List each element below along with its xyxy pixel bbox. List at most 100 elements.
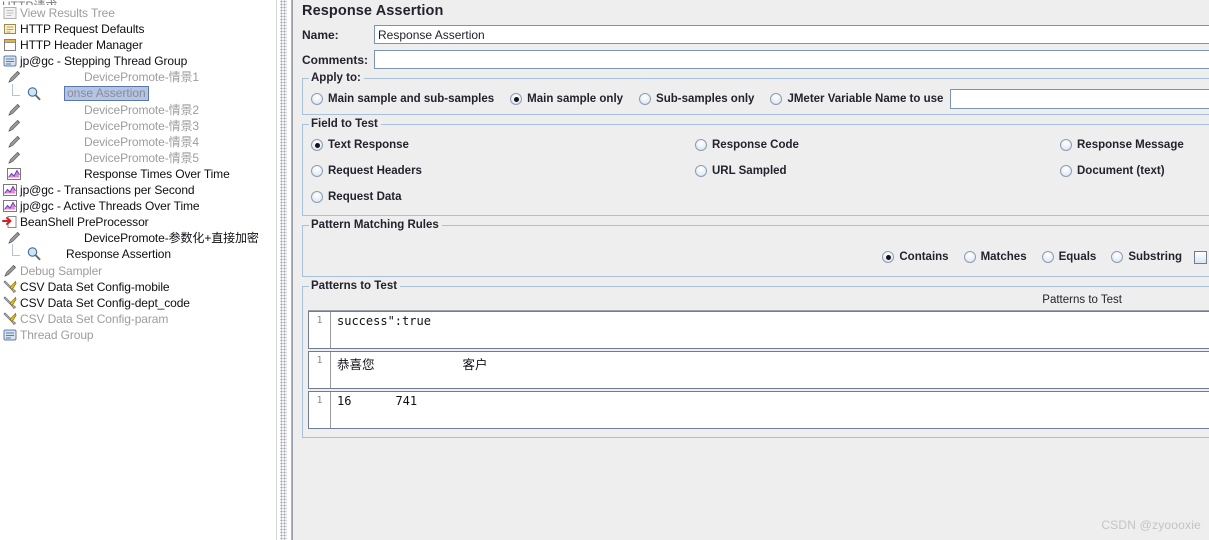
radio-dot-icon bbox=[770, 93, 783, 105]
tree-item-12[interactable]: jp@gc - Active Threads Over Time bbox=[0, 198, 276, 214]
radio-dot-icon bbox=[311, 191, 323, 203]
radio-jmeter-variable-name[interactable]: JMeter Variable Name to use bbox=[770, 93, 943, 105]
tree-item-16[interactable]: Debug Sampler bbox=[0, 263, 276, 279]
tree-item-14[interactable]: DevicePromote-参数化+直接加密 bbox=[0, 230, 276, 246]
pattern-line-number: 1 bbox=[309, 352, 331, 388]
name-label: Name: bbox=[302, 27, 339, 42]
test-plan-tree[interactable]: HTTP请求 View Results TreeHTTP Request Def… bbox=[0, 0, 276, 540]
header-manager-icon bbox=[2, 37, 18, 53]
name-row: Name: Response Assertion bbox=[293, 25, 1209, 44]
radio-label: URL Sampled bbox=[712, 165, 787, 177]
radio-label: Response Code bbox=[712, 139, 799, 151]
radio-request-headers[interactable]: Request Headers bbox=[311, 165, 695, 177]
radio-matches[interactable]: Matches bbox=[963, 251, 1027, 263]
sampler-icon bbox=[6, 102, 22, 118]
field-to-test-title: Field to Test bbox=[309, 118, 381, 130]
radio-request-data[interactable]: Request Data bbox=[311, 191, 402, 203]
tree-item-3[interactable]: jp@gc - Stepping Thread Group bbox=[0, 53, 276, 69]
sampler-icon bbox=[2, 263, 18, 279]
graph-icon bbox=[2, 198, 18, 214]
tree-item-20[interactable]: Thread Group bbox=[0, 327, 276, 343]
pattern-row[interactable]: 1 16 741 bbox=[308, 391, 1209, 429]
tree-item-11[interactable]: jp@gc - Transactions per Second bbox=[0, 182, 276, 198]
tree-item-0[interactable]: View Results Tree bbox=[0, 5, 276, 21]
tree-item-label: DevicePromote-情景3 bbox=[84, 118, 200, 133]
radio-label: Main sample only bbox=[527, 93, 624, 105]
pattern-text-part-1: 恭喜您 bbox=[337, 357, 375, 372]
pattern-text[interactable]: 恭喜您 客户 bbox=[331, 352, 1209, 388]
tree-item-18[interactable]: CSV Data Set Config-dept_code bbox=[0, 295, 276, 311]
panel-splitter[interactable] bbox=[276, 0, 292, 540]
radio-label: Request Data bbox=[328, 191, 402, 203]
radio-substring[interactable]: Substring bbox=[1111, 251, 1182, 263]
pattern-row[interactable]: 1 恭喜您 客户 bbox=[308, 351, 1209, 389]
tree-item-2[interactable]: HTTP Header Manager bbox=[0, 37, 276, 53]
tree-item-4[interactable]: DevicePromote-情景1 bbox=[0, 69, 276, 85]
patterns-to-test-title: Patterns to Test bbox=[309, 280, 401, 292]
pattern-text[interactable]: success":true bbox=[331, 312, 1209, 348]
radio-label: Text Response bbox=[328, 139, 409, 151]
thread-group-icon bbox=[2, 327, 18, 343]
tree-item-7[interactable]: DevicePromote-情景3 bbox=[0, 118, 276, 134]
comments-input[interactable] bbox=[374, 50, 1209, 69]
tree-item-1[interactable]: HTTP Request Defaults bbox=[0, 21, 276, 37]
radio-contains[interactable]: Contains bbox=[882, 251, 949, 263]
splitter-grip[interactable] bbox=[280, 0, 287, 540]
tree-item-10[interactable]: Response Times Over Time bbox=[0, 166, 276, 182]
tree-item-13[interactable]: BeanShell PreProcessor bbox=[0, 214, 276, 230]
tree-item-6[interactable]: DevicePromote-情景2 bbox=[0, 102, 276, 118]
tree-item-label: DevicePromote-情景2 bbox=[84, 102, 200, 117]
sampler-icon bbox=[6, 230, 22, 246]
radio-dot-icon bbox=[963, 251, 976, 263]
tree-item-label: View Results Tree bbox=[20, 6, 115, 21]
pattern-row[interactable]: 1 success":true bbox=[308, 311, 1209, 349]
radio-text-response[interactable]: Text Response bbox=[311, 139, 695, 151]
sampler-icon bbox=[6, 150, 22, 166]
radio-url-sampled[interactable]: URL Sampled bbox=[695, 165, 1060, 177]
radio-label: Request Headers bbox=[328, 165, 422, 177]
radio-document-text[interactable]: Document (text) bbox=[1060, 165, 1165, 177]
tree-item-19[interactable]: CSV Data Set Config-param bbox=[0, 311, 276, 327]
radio-label: Matches bbox=[980, 251, 1027, 263]
page-title: Response Assertion bbox=[302, 3, 444, 19]
patterns-table-header: Patterns to Test bbox=[308, 292, 1209, 311]
jmeter-variable-input[interactable] bbox=[950, 89, 1209, 109]
tree-item-5[interactable]: onse Assertion bbox=[0, 83, 276, 102]
tree-item-label: Thread Group bbox=[20, 327, 94, 342]
redacted-segment bbox=[374, 357, 463, 372]
radio-equals[interactable]: Equals bbox=[1041, 251, 1096, 263]
field-to-test-group: Field to Test Text Response Response Cod… bbox=[302, 118, 1209, 216]
tree-item-label: DevicePromote-参数化+直接加密 bbox=[84, 231, 259, 246]
radio-main-sample-only[interactable]: Main sample only bbox=[510, 93, 623, 105]
radio-sub-samples-only[interactable]: Sub-samples only bbox=[639, 93, 754, 105]
csv-config-icon bbox=[2, 311, 18, 327]
tree-elbow-connector bbox=[6, 244, 26, 262]
tree-item-label: Response Assertion bbox=[66, 247, 171, 262]
radio-response-code[interactable]: Response Code bbox=[695, 139, 1060, 151]
tree-item-label: onse Assertion bbox=[64, 86, 149, 102]
tree-item-17[interactable]: CSV Data Set Config-mobile bbox=[0, 279, 276, 295]
radio-dot-icon bbox=[1041, 251, 1054, 263]
radio-response-message[interactable]: Response Message bbox=[1060, 139, 1184, 151]
tree-item-label: DevicePromote-情景1 bbox=[84, 70, 200, 85]
csv-config-icon bbox=[2, 279, 18, 295]
radio-dot-icon bbox=[311, 93, 323, 105]
radio-label: JMeter Variable Name to use bbox=[787, 93, 944, 105]
tree-item-label: CSV Data Set Config-mobile bbox=[20, 279, 170, 294]
not-checkbox[interactable] bbox=[1194, 250, 1207, 264]
radio-dot-icon bbox=[1060, 165, 1072, 177]
name-input[interactable]: Response Assertion bbox=[374, 25, 1209, 44]
thread-group-icon bbox=[2, 53, 18, 69]
patterns-to-test-group: Patterns to Test Patterns to Test 1 succe… bbox=[302, 280, 1209, 438]
pattern-text-part-2: 客户 bbox=[462, 357, 488, 372]
radio-main-sample-and-sub-samples[interactable]: Main sample and sub-samples bbox=[311, 93, 494, 105]
pattern-text[interactable]: 16 741 bbox=[331, 392, 1209, 428]
apply-to-group: Apply to: Main sample and sub-samples Ma… bbox=[302, 72, 1209, 115]
pattern-line-number: 1 bbox=[309, 392, 331, 428]
tree-item-9[interactable]: DevicePromote-情景5 bbox=[0, 150, 276, 166]
tree-item-8[interactable]: DevicePromote-情景4 bbox=[0, 134, 276, 150]
graph-icon bbox=[2, 182, 18, 198]
radio-label: Sub-samples only bbox=[656, 93, 755, 105]
tree-item-15[interactable]: Response Assertion bbox=[0, 244, 276, 262]
config-defaults-icon bbox=[2, 21, 18, 37]
